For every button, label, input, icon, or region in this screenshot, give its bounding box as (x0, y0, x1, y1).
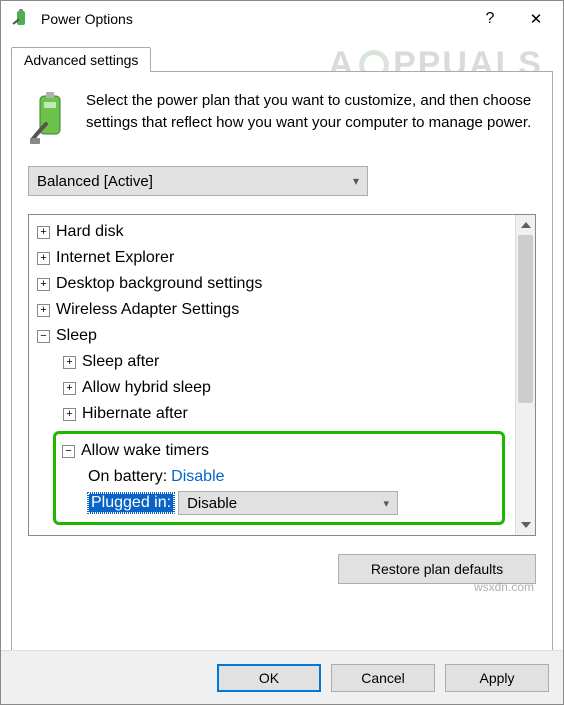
window-title: Power Options (41, 11, 467, 27)
chevron-down-icon: ▾ (384, 497, 390, 510)
settings-tree-container: + Hard disk + Internet Explorer + Deskto… (28, 214, 536, 536)
ok-button[interactable]: OK (217, 664, 321, 692)
tree-item-label: Hard disk (56, 223, 124, 241)
tree-item-label: Hibernate after (82, 405, 188, 423)
expand-icon[interactable]: + (63, 382, 76, 395)
tree-item-label: Allow wake timers (81, 442, 209, 460)
tree-item-desktop-background[interactable]: + Desktop background settings (37, 271, 513, 297)
wake-on-battery-row[interactable]: On battery: Disable (88, 464, 496, 490)
expand-icon[interactable]: + (63, 356, 76, 369)
scrollbar-thumb[interactable] (518, 235, 533, 403)
expand-icon[interactable]: + (37, 252, 50, 265)
cancel-label: Cancel (361, 670, 405, 686)
scroll-down-button[interactable] (516, 515, 535, 535)
tree-scrollbar[interactable] (515, 215, 535, 535)
expand-icon[interactable]: + (63, 408, 76, 421)
tree-item-label: Sleep after (82, 353, 159, 371)
ok-label: OK (259, 670, 279, 686)
tree-item-wireless-adapter[interactable]: + Wireless Adapter Settings (37, 297, 513, 323)
apply-label: Apply (479, 670, 514, 686)
apply-button[interactable]: Apply (445, 664, 549, 692)
tree-item-hibernate-after[interactable]: + Hibernate after (63, 401, 513, 427)
restore-label: Restore plan defaults (371, 561, 503, 577)
chevron-down-icon: ▾ (353, 174, 359, 188)
dialog-button-row: OK Cancel Apply (1, 650, 563, 704)
tree-item-hard-disk[interactable]: + Hard disk (37, 219, 513, 245)
battery-plan-icon (28, 90, 72, 146)
tree-item-label: Desktop background settings (56, 275, 262, 293)
tree-item-allow-wake-timers[interactable]: − Allow wake timers (62, 438, 496, 464)
tab-strip: Advanced settings (11, 43, 553, 71)
tree-item-label: Sleep (56, 327, 97, 345)
tab-panel: Select the power plan that you want to c… (11, 71, 553, 653)
wake-on-battery-value[interactable]: Disable (171, 468, 224, 486)
intro-text: Select the power plan that you want to c… (86, 90, 536, 146)
settings-tree[interactable]: + Hard disk + Internet Explorer + Deskto… (29, 215, 515, 535)
app-icon (11, 9, 31, 29)
help-button[interactable]: ? (467, 4, 513, 34)
close-button[interactable]: ✕ (513, 4, 559, 34)
scrollbar-track[interactable] (516, 235, 535, 515)
wake-plugged-in-select[interactable]: Disable ▾ (178, 491, 398, 515)
title-bar: Power Options ? ✕ (1, 1, 563, 37)
tree-item-internet-explorer[interactable]: + Internet Explorer (37, 245, 513, 271)
tree-item-sleep-after[interactable]: + Sleep after (63, 349, 513, 375)
intro-row: Select the power plan that you want to c… (28, 90, 536, 146)
collapse-icon[interactable]: − (37, 330, 50, 343)
power-plan-selected-label: Balanced [Active] (37, 173, 153, 190)
allow-wake-timers-highlight: − Allow wake timers On battery: Disable … (53, 431, 505, 525)
collapse-icon[interactable]: − (62, 445, 75, 458)
cancel-button[interactable]: Cancel (331, 664, 435, 692)
tree-item-label: Wireless Adapter Settings (56, 301, 239, 319)
setting-label-selected: Plugged in: (88, 493, 174, 513)
tab-label: Advanced settings (24, 52, 138, 68)
tab-advanced-settings[interactable]: Advanced settings (11, 47, 151, 72)
tree-item-label: Internet Explorer (56, 249, 174, 267)
setting-label: On battery: (88, 468, 167, 486)
expand-icon[interactable]: + (37, 304, 50, 317)
wake-plugged-in-row[interactable]: Plugged in: Disable ▾ (88, 490, 496, 516)
scroll-up-button[interactable] (516, 215, 535, 235)
power-plan-select[interactable]: Balanced [Active] ▾ (28, 166, 368, 196)
expand-icon[interactable]: + (37, 278, 50, 291)
tree-item-label: Allow hybrid sleep (82, 379, 211, 397)
wake-plugged-in-value: Disable (187, 495, 237, 512)
restore-plan-defaults-button[interactable]: Restore plan defaults (338, 554, 536, 584)
tree-item-allow-hybrid-sleep[interactable]: + Allow hybrid sleep (63, 375, 513, 401)
tree-item-sleep[interactable]: − Sleep (37, 323, 513, 349)
expand-icon[interactable]: + (37, 226, 50, 239)
